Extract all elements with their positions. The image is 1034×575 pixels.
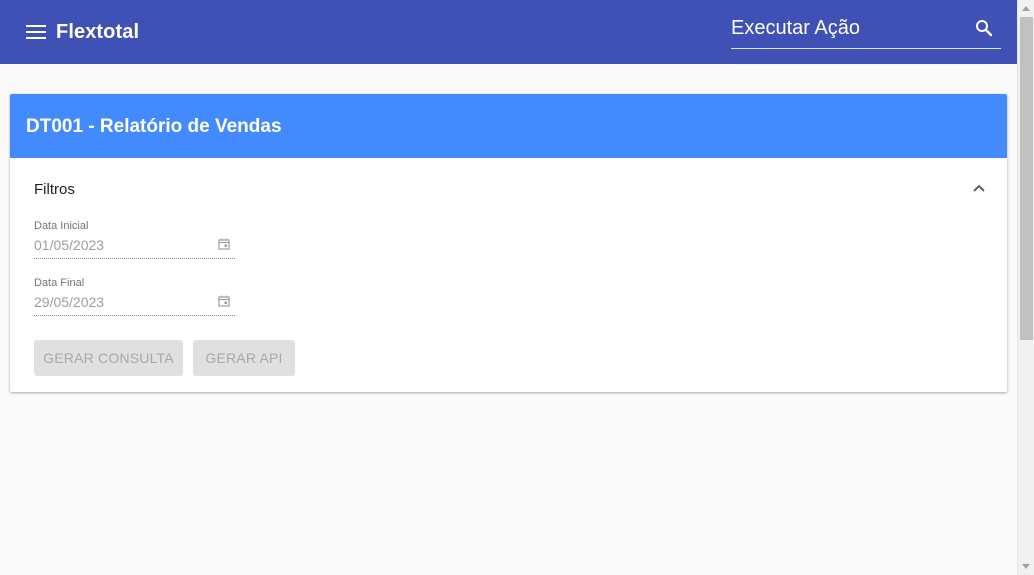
menu-button[interactable] [22, 20, 50, 44]
scroll-down-arrow-icon[interactable] [1022, 564, 1030, 569]
search-icon [976, 20, 993, 37]
top-app-bar: Flextotal [0, 0, 1017, 64]
report-header: DT001 - Relatório de Vendas [10, 94, 1007, 158]
calendar-icon [218, 295, 230, 307]
chevron-up-icon [973, 184, 985, 192]
end-date-field: Data Final [34, 277, 235, 317]
end-date-label: Data Final [34, 277, 85, 289]
start-date-underline [34, 258, 235, 259]
search-button[interactable] [975, 19, 995, 39]
generate-api-button[interactable]: GERAR API [193, 340, 295, 376]
filters-panel-header[interactable]: Filtros [10, 158, 1007, 222]
action-search [731, 10, 1001, 49]
start-date-picker-button[interactable] [218, 237, 232, 251]
end-date-underline [34, 315, 235, 316]
app-root: Flextotal DT001 - Relatório de Vendas Fi… [0, 0, 1017, 575]
filters-title: Filtros [34, 181, 75, 198]
app-title: Flextotal [56, 21, 140, 43]
action-search-input[interactable] [731, 14, 967, 42]
report-title: DT001 - Relatório de Vendas [26, 116, 282, 137]
start-date-label: Data Inicial [34, 220, 89, 232]
start-date-field: Data Inicial [34, 220, 235, 260]
scrollbar-thumb[interactable] [1020, 17, 1033, 340]
calendar-icon [218, 238, 230, 250]
page-scrollbar[interactable] [1017, 0, 1034, 575]
start-date-input[interactable] [34, 235, 214, 255]
scroll-up-arrow-icon[interactable] [1022, 6, 1030, 11]
end-date-picker-button[interactable] [218, 294, 232, 308]
generate-query-button[interactable]: GERAR CONSULTA [34, 340, 183, 376]
end-date-input[interactable] [34, 292, 214, 312]
report-card: DT001 - Relatório de Vendas Filtros Data… [10, 94, 1007, 392]
menu-icon [26, 25, 46, 39]
